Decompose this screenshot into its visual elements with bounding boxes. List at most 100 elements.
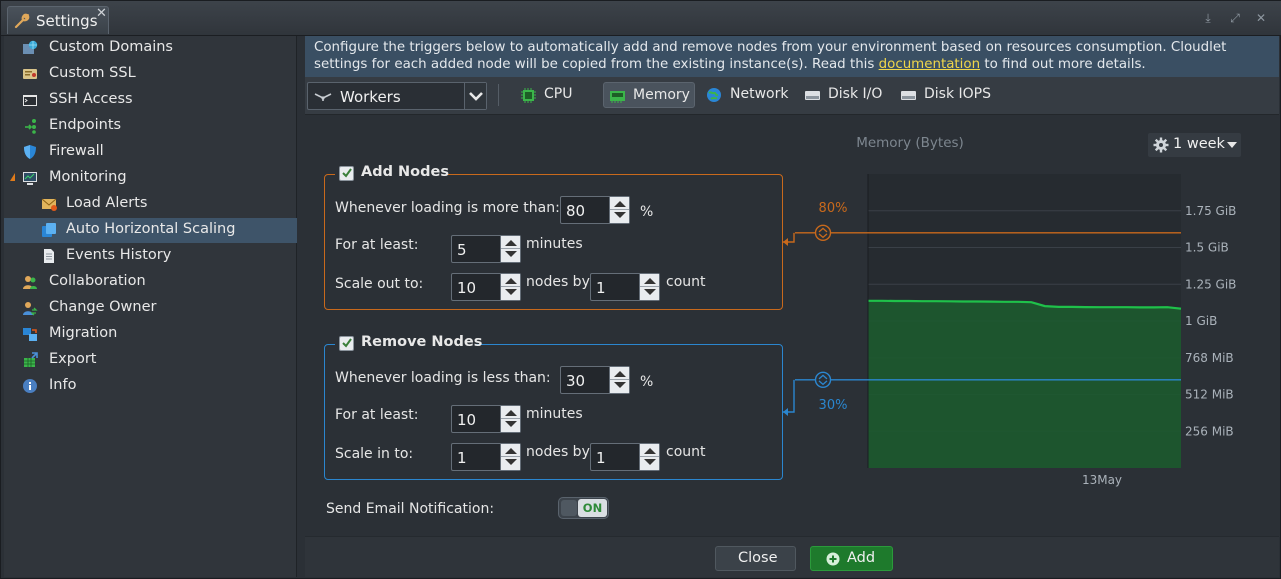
sidebar-item-label: Collaboration (49, 273, 146, 289)
globe-icon (23, 40, 38, 54)
connector-arrow-icon (783, 238, 788, 246)
remove-loading-label: Whenever loading is less than: (335, 370, 551, 386)
sidebar-item-events-history[interactable]: Events History (4, 244, 297, 269)
y-tick-label: 1 GiB (1185, 314, 1217, 328)
add-scale-label: Scale out to: (335, 276, 424, 292)
remove-loading-stepper[interactable]: 30 (560, 366, 630, 394)
sidebar-item-label: Firewall (49, 143, 104, 159)
sidebar-item-firewall[interactable]: Firewall (4, 140, 297, 165)
title-bar: Settings ✕ ⤓ ⤢ ✕ (1, 1, 1281, 36)
footer-bar: Close Add (305, 536, 1279, 577)
sidebar-item-label: Custom SSL (49, 65, 136, 81)
sidebar-item-label: Monitoring (49, 169, 127, 185)
download-icon[interactable]: ⤓ (1201, 11, 1215, 25)
sidebar-item-info[interactable]: Info (4, 374, 297, 399)
remove-nodes-checkbox[interactable] (339, 336, 354, 351)
add-step-unit: count (666, 274, 706, 290)
memory-area (868, 300, 1181, 468)
remove-scale-stepper[interactable]: 1 (451, 443, 521, 471)
sidebar-item-auto-horizontal-scaling[interactable]: Auto Horizontal Scaling (4, 218, 297, 243)
sidebar-item-label: Endpoints (49, 117, 122, 133)
sidebar-item-endpoints[interactable]: Endpoints (4, 114, 297, 139)
remove-duration-unit: minutes (526, 406, 583, 422)
sidebar-item-collaboration[interactable]: Collaboration (4, 270, 297, 295)
sidebar-item-change-owner[interactable]: Change Owner (4, 296, 297, 321)
add-scale-stepper[interactable]: 10 (451, 273, 521, 301)
add-nodes-title: Add Nodes (361, 164, 449, 180)
stepper-arrows-icon[interactable] (609, 367, 629, 393)
add-scale-value: 10 (457, 279, 477, 297)
caret-down-icon (1227, 142, 1237, 148)
add-duration-unit: minutes (526, 236, 583, 252)
monitor-icon (23, 172, 37, 185)
y-tick-label: 1.25 GiB (1185, 277, 1236, 291)
migration-icon (23, 328, 37, 341)
sidebar-item-monitoring[interactable]: Monitoring (4, 166, 297, 191)
remove-scale-value: 1 (457, 449, 467, 467)
add-loading-label: Whenever loading is more than: (335, 200, 560, 216)
sidebar-item-ssh-access[interactable]: SSH Access (4, 88, 297, 113)
sidebar-item-migration[interactable]: Migration (4, 322, 297, 347)
close-window-icon[interactable]: ✕ (1254, 11, 1268, 25)
stepper-arrows-icon[interactable] (500, 406, 520, 432)
add-duration-label: For at least: (335, 237, 419, 253)
add-duration-stepper[interactable]: 5 (451, 235, 521, 263)
sidebar-item-custom-domains[interactable]: Custom Domains (4, 36, 297, 61)
stepper-arrows-icon[interactable] (609, 197, 629, 223)
main-panel: Configure the triggers below to automati… (305, 36, 1279, 577)
sidebar-item-label: Migration (49, 325, 118, 341)
add-threshold-connector (783, 232, 795, 243)
scaling-icon (42, 223, 56, 237)
add-loading-stepper[interactable]: 80 (560, 196, 630, 224)
remove-nodes-title: Remove Nodes (361, 334, 483, 350)
sidebar: Custom Domains Custom SSL SSH Access Endpoi… (4, 36, 297, 577)
period-select[interactable]: 1 week (1148, 133, 1241, 157)
chart-title: Memory (Bytes) (856, 135, 964, 151)
close-button-label: Close (738, 550, 778, 566)
remove-nodes-legend: Remove Nodes (335, 334, 482, 354)
expand-arrow-icon[interactable] (10, 173, 15, 181)
threshold-label: 30% (819, 398, 848, 413)
stepper-arrows-icon[interactable] (639, 444, 659, 470)
shield-icon (24, 145, 36, 159)
add-step-stepper[interactable]: 1 (590, 273, 660, 301)
sidebar-item-label: SSH Access (49, 91, 133, 107)
sidebar-item-label: Custom Domains (49, 39, 173, 55)
add-nodes-checkbox[interactable] (339, 166, 354, 181)
tab-title: Settings (36, 12, 98, 30)
close-icon[interactable]: ✕ (96, 6, 107, 21)
sidebar-item-export[interactable]: Export (4, 348, 297, 373)
toggle-state: ON (578, 499, 607, 517)
add-loading-value: 80 (566, 202, 586, 220)
settings-tab[interactable]: Settings ✕ (7, 6, 109, 34)
stepper-arrows-icon[interactable] (500, 444, 520, 470)
add-nodes-panel: Add Nodes Whenever loading is more than:… (324, 164, 783, 310)
plus-circle-icon (826, 552, 840, 566)
remove-step-value: 1 (596, 449, 606, 467)
close-button[interactable]: Close (715, 546, 796, 571)
remove-scale-label: Scale in to: (335, 446, 414, 462)
sidebar-item-label: Change Owner (49, 299, 157, 315)
sidebar-item-load-alerts[interactable]: Load Alerts (4, 192, 297, 217)
threshold-label: 80% (819, 201, 848, 216)
stepper-arrows-icon[interactable] (500, 274, 520, 300)
remove-step-stepper[interactable]: 1 (590, 443, 660, 471)
add-button-label: Add (847, 550, 876, 566)
add-loading-unit: % (640, 204, 654, 220)
remove-duration-stepper[interactable]: 10 (451, 405, 521, 433)
stepper-arrows-icon[interactable] (500, 236, 520, 262)
export-icon (24, 352, 38, 367)
stepper-arrows-icon[interactable] (639, 274, 659, 300)
envelope-icon (41, 198, 57, 211)
email-notification-toggle[interactable]: ON (558, 497, 609, 519)
add-nodes-legend: Add Nodes (335, 164, 449, 184)
maximize-icon[interactable]: ⤢ (1228, 11, 1242, 25)
email-notification-label: Send Email Notification: (326, 501, 495, 517)
add-button[interactable]: Add (810, 546, 893, 571)
remove-scale-unit: nodes by (526, 444, 590, 460)
sidebar-item-label: Export (49, 351, 97, 367)
terminal-icon (23, 95, 37, 106)
sidebar-item-custom-ssl[interactable]: Custom SSL (4, 62, 297, 87)
sidebar-item-label: Auto Horizontal Scaling (66, 221, 236, 237)
y-tick-label: 512 MiB (1185, 388, 1234, 402)
